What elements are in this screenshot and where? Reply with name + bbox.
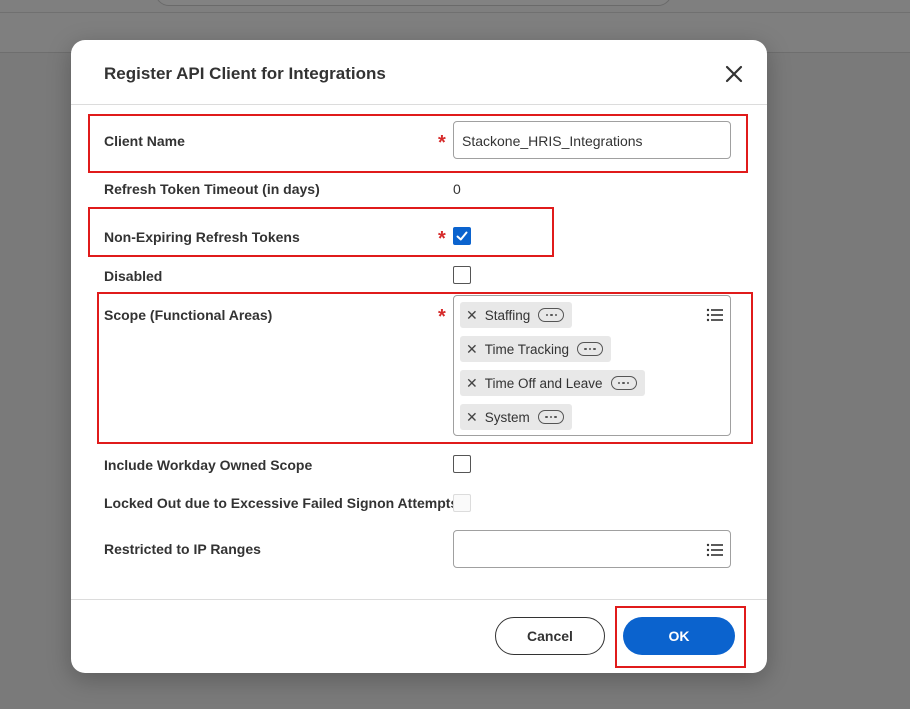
include-owned-scope-checkbox[interactable] xyxy=(453,455,471,473)
cancel-button[interactable]: Cancel xyxy=(495,617,605,655)
disabled-checkbox[interactable] xyxy=(453,266,471,284)
include-owned-scope-label: Include Workday Owned Scope xyxy=(104,457,313,473)
background-divider xyxy=(0,12,910,13)
highlight-ok-button xyxy=(615,606,746,668)
highlight-scope xyxy=(97,292,753,444)
title-divider xyxy=(71,104,767,105)
locked-out-label: Locked Out due to Excessive Failed Signo… xyxy=(104,495,459,511)
refresh-timeout-value: 0 xyxy=(453,181,461,197)
disabled-label: Disabled xyxy=(104,268,163,284)
background-search-bar xyxy=(155,0,672,6)
list-icon[interactable] xyxy=(706,542,724,558)
refresh-timeout-label: Refresh Token Timeout (in days) xyxy=(104,181,320,197)
ip-ranges-label: Restricted to IP Ranges xyxy=(104,541,261,557)
highlight-client-name xyxy=(88,114,748,173)
footer-divider xyxy=(71,599,767,600)
locked-out-checkbox xyxy=(453,494,471,512)
ip-ranges-input[interactable] xyxy=(453,530,731,568)
close-icon[interactable] xyxy=(722,62,746,86)
dialog-title: Register API Client for Integrations xyxy=(104,64,386,83)
highlight-non-expiring-tokens xyxy=(88,207,554,257)
